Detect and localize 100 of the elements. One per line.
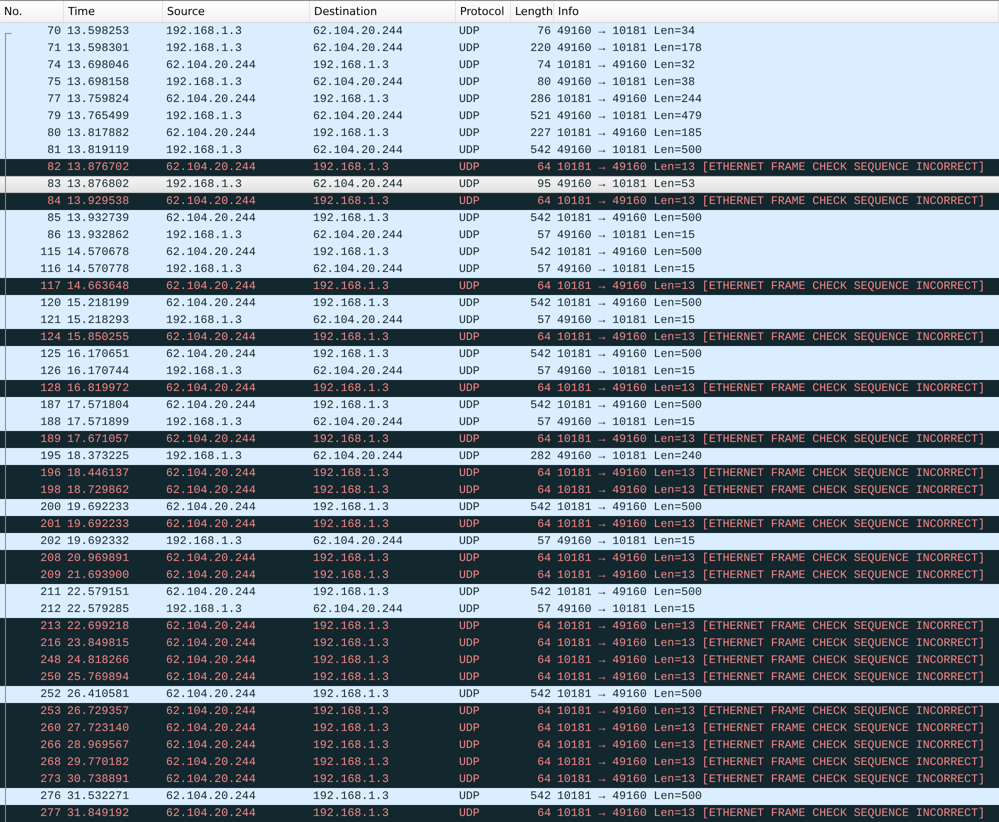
destination-address: 62.104.20.244 bbox=[312, 75, 404, 91]
packet-length: 57 bbox=[536, 313, 552, 329]
destination-address: 192.168.1.3 bbox=[312, 585, 390, 601]
protocol-name: UDP bbox=[458, 160, 481, 176]
column-header[interactable]: Protocol bbox=[456, 1, 511, 22]
packet-time: 13.598301 bbox=[66, 41, 130, 57]
source-address: 192.168.1.3 bbox=[165, 313, 243, 329]
packet-time: 30.738891 bbox=[66, 772, 130, 788]
packet-row[interactable]: 216 23.849815 62.104.20.244 192.168.1.3 UDP 64 10181 → 49160 Len=13 [ETHERNET FRAME CHECK SEQUENCE INCORRECT] bbox=[0, 635, 999, 652]
packet-row[interactable]: 268 29.770182 62.104.20.244 192.168.1.3 UDP 64 10181 → 49160 Len=13 [ETHERNET FRAME CHECK SEQUENCE INCORRECT] bbox=[0, 754, 999, 771]
packet-row[interactable]: 79 13.765499 192.168.1.3 62.104.20.244 UDP 521 49160 → 10181 Len=479 bbox=[0, 108, 999, 125]
packet-row[interactable]: 115 14.570678 62.104.20.244 192.168.1.3 UDP 542 10181 → 49160 Len=500 bbox=[0, 244, 999, 261]
packet-row[interactable]: 188 17.571899 192.168.1.3 62.104.20.244 UDP 57 49160 → 10181 Len=15 bbox=[0, 414, 999, 431]
packet-info: 49160 → 10181 Len=500 bbox=[556, 143, 703, 159]
packet-row[interactable]: 70 13.598253 192.168.1.3 62.104.20.244 UDP 76 49160 → 10181 Len=34 bbox=[0, 23, 999, 40]
destination-address: 192.168.1.3 bbox=[312, 347, 390, 363]
packet-info: 10181 → 49160 Len=13 [ETHERNET FRAME CHECK SEQUENCE INCORRECT] bbox=[556, 670, 986, 686]
source-address: 62.104.20.244 bbox=[165, 568, 257, 584]
packet-row[interactable]: 81 13.819119 192.168.1.3 62.104.20.244 UDP 542 49160 → 10181 Len=500 bbox=[0, 142, 999, 159]
source-address: 62.104.20.244 bbox=[165, 296, 257, 312]
protocol-name: UDP bbox=[458, 211, 481, 227]
packet-time: 26.729357 bbox=[66, 704, 130, 720]
packet-row[interactable]: 116 14.570778 192.168.1.3 62.104.20.244 UDP 57 49160 → 10181 Len=15 bbox=[0, 261, 999, 278]
packet-info: 10181 → 49160 Len=500 bbox=[556, 296, 703, 312]
column-header[interactable]: Length bbox=[511, 1, 554, 22]
packet-time: 14.570778 bbox=[66, 262, 130, 278]
packet-number: 277 bbox=[39, 806, 62, 822]
packet-row[interactable]: 80 13.817882 62.104.20.244 192.168.1.3 UDP 227 10181 → 49160 Len=185 bbox=[0, 125, 999, 142]
packet-row[interactable]: 82 13.876702 62.104.20.244 192.168.1.3 UDP 64 10181 → 49160 Len=13 [ETHERNET FRAME CHECK SEQUENCE INCORRECT] bbox=[0, 159, 999, 176]
packet-length: 542 bbox=[529, 143, 552, 159]
packet-row[interactable]: 86 13.932862 192.168.1.3 62.104.20.244 UDP 57 49160 → 10181 Len=15 bbox=[0, 227, 999, 244]
protocol-name: UDP bbox=[458, 279, 481, 295]
packet-row[interactable]: 84 13.929538 62.104.20.244 192.168.1.3 UDP 64 10181 → 49160 Len=13 [ETHERNET FRAME CHECK SEQUENCE INCORRECT] bbox=[0, 193, 999, 210]
packet-row[interactable]: 189 17.671057 62.104.20.244 192.168.1.3 UDP 64 10181 → 49160 Len=13 [ETHERNET FRAME CHECK SEQUENCE INCORRECT] bbox=[0, 431, 999, 448]
source-address: 62.104.20.244 bbox=[165, 347, 257, 363]
packet-row[interactable]: 201 19.692233 62.104.20.244 192.168.1.3 UDP 64 10181 → 49160 Len=13 [ETHERNET FRAME CHECK SEQUENCE INCORRECT] bbox=[0, 516, 999, 533]
packet-row[interactable]: 252 26.410581 62.104.20.244 192.168.1.3 UDP 542 10181 → 49160 Len=500 bbox=[0, 686, 999, 703]
source-address: 192.168.1.3 bbox=[165, 41, 243, 57]
packet-row[interactable]: 126 16.170744 192.168.1.3 62.104.20.244 UDP 57 49160 → 10181 Len=15 bbox=[0, 363, 999, 380]
protocol-name: UDP bbox=[458, 772, 481, 788]
packet-row[interactable]: 77 13.759824 62.104.20.244 192.168.1.3 UDP 286 10181 → 49160 Len=244 bbox=[0, 91, 999, 108]
packet-row[interactable]: 200 19.692233 62.104.20.244 192.168.1.3 UDP 542 10181 → 49160 Len=500 bbox=[0, 499, 999, 516]
packet-number: 74 bbox=[46, 58, 62, 74]
packet-length: 64 bbox=[536, 483, 552, 499]
column-header[interactable]: Destination bbox=[310, 1, 456, 22]
packet-row[interactable]: 117 14.663648 62.104.20.244 192.168.1.3 UDP 64 10181 → 49160 Len=13 [ETHERNET FRAME CHECK SEQUENCE INCORRECT] bbox=[0, 278, 999, 295]
packet-row[interactable]: 248 24.818266 62.104.20.244 192.168.1.3 UDP 64 10181 → 49160 Len=13 [ETHERNET FRAME CHECK SEQUENCE INCORRECT] bbox=[0, 652, 999, 669]
packet-row[interactable]: 125 16.170651 62.104.20.244 192.168.1.3 UDP 542 10181 → 49160 Len=500 bbox=[0, 346, 999, 363]
column-header[interactable]: Source bbox=[163, 1, 310, 22]
packet-length: 542 bbox=[529, 687, 552, 703]
packet-row[interactable]: 83 13.876802 192.168.1.3 62.104.20.244 UDP 95 49160 → 10181 Len=53 bbox=[0, 176, 999, 193]
packet-row[interactable]: 260 27.723140 62.104.20.244 192.168.1.3 UDP 64 10181 → 49160 Len=13 [ETHERNET FRAME CHECK SEQUENCE INCORRECT] bbox=[0, 720, 999, 737]
source-address: 192.168.1.3 bbox=[165, 228, 243, 244]
destination-address: 62.104.20.244 bbox=[312, 262, 404, 278]
packet-row[interactable]: 277 31.849192 62.104.20.244 192.168.1.3 UDP 64 10181 → 49160 Len=13 [ETHERNET FRAME CHECK SEQUENCE INCORRECT] bbox=[0, 805, 999, 822]
packet-length: 64 bbox=[536, 432, 552, 448]
packet-info: 10181 → 49160 Len=13 [ETHERNET FRAME CHECK SEQUENCE INCORRECT] bbox=[556, 806, 986, 822]
packet-row[interactable]: 276 31.532271 62.104.20.244 192.168.1.3 UDP 542 10181 → 49160 Len=500 bbox=[0, 788, 999, 805]
packet-row[interactable]: 211 22.579151 62.104.20.244 192.168.1.3 UDP 542 10181 → 49160 Len=500 bbox=[0, 584, 999, 601]
packet-info: 10181 → 49160 Len=13 [ETHERNET FRAME CHECK SEQUENCE INCORRECT] bbox=[556, 432, 986, 448]
source-address: 62.104.20.244 bbox=[165, 245, 257, 261]
packet-row[interactable]: 208 20.969891 62.104.20.244 192.168.1.3 UDP 64 10181 → 49160 Len=13 [ETHERNET FRAME CHECK SEQUENCE INCORRECT] bbox=[0, 550, 999, 567]
column-header[interactable]: Info bbox=[554, 1, 999, 22]
packet-row[interactable]: 195 18.373225 192.168.1.3 62.104.20.244 UDP 282 49160 → 10181 Len=240 bbox=[0, 448, 999, 465]
protocol-name: UDP bbox=[458, 704, 481, 720]
packet-time: 13.817882 bbox=[66, 126, 130, 142]
packet-row[interactable]: 198 18.729862 62.104.20.244 192.168.1.3 UDP 64 10181 → 49160 Len=13 [ETHERNET FRAME CHECK SEQUENCE INCORRECT] bbox=[0, 482, 999, 499]
packet-row[interactable]: 75 13.698158 192.168.1.3 62.104.20.244 UDP 80 49160 → 10181 Len=38 bbox=[0, 74, 999, 91]
packet-time: 23.849815 bbox=[66, 636, 130, 652]
packet-time: 15.218199 bbox=[66, 296, 130, 312]
packet-row[interactable]: 213 22.699218 62.104.20.244 192.168.1.3 UDP 64 10181 → 49160 Len=13 [ETHERNET FRAME CHECK SEQUENCE INCORRECT] bbox=[0, 618, 999, 635]
packet-row[interactable]: 74 13.698046 62.104.20.244 192.168.1.3 UDP 74 10181 → 49160 Len=32 bbox=[0, 57, 999, 74]
packet-row[interactable]: 250 25.769894 62.104.20.244 192.168.1.3 UDP 64 10181 → 49160 Len=13 [ETHERNET FRAME CHECK SEQUENCE INCORRECT] bbox=[0, 669, 999, 686]
packet-time: 20.969891 bbox=[66, 551, 130, 567]
packet-row[interactable]: 71 13.598301 192.168.1.3 62.104.20.244 UDP 220 49160 → 10181 Len=178 bbox=[0, 40, 999, 57]
column-header[interactable]: Time bbox=[64, 1, 163, 22]
packet-row[interactable]: 273 30.738891 62.104.20.244 192.168.1.3 UDP 64 10181 → 49160 Len=13 [ETHERNET FRAME CHECK SEQUENCE INCORRECT] bbox=[0, 771, 999, 788]
packet-row[interactable]: 202 19.692332 192.168.1.3 62.104.20.244 UDP 57 49160 → 10181 Len=15 bbox=[0, 533, 999, 550]
packet-row[interactable]: 212 22.579285 192.168.1.3 62.104.20.244 UDP 57 49160 → 10181 Len=15 bbox=[0, 601, 999, 618]
packet-time: 29.770182 bbox=[66, 755, 130, 771]
packet-row[interactable]: 253 26.729357 62.104.20.244 192.168.1.3 UDP 64 10181 → 49160 Len=13 [ETHERNET FRAME CHECK SEQUENCE INCORRECT] bbox=[0, 703, 999, 720]
packet-row[interactable]: 128 16.819972 62.104.20.244 192.168.1.3 UDP 64 10181 → 49160 Len=13 [ETHERNET FRAME CHECK SEQUENCE INCORRECT] bbox=[0, 380, 999, 397]
packet-length: 542 bbox=[529, 211, 552, 227]
source-address: 62.104.20.244 bbox=[165, 670, 257, 686]
packet-info: 10181 → 49160 Len=500 bbox=[556, 211, 703, 227]
packet-number: 128 bbox=[39, 381, 62, 397]
packet-row[interactable]: 124 15.850255 62.104.20.244 192.168.1.3 UDP 64 10181 → 49160 Len=13 [ETHERNET FRAME CHECK SEQUENCE INCORRECT] bbox=[0, 329, 999, 346]
column-header[interactable]: No. bbox=[0, 1, 64, 22]
destination-address: 62.104.20.244 bbox=[312, 24, 404, 40]
packet-row[interactable]: 121 15.218293 192.168.1.3 62.104.20.244 UDP 57 49160 → 10181 Len=15 bbox=[0, 312, 999, 329]
packet-number: 84 bbox=[46, 194, 62, 210]
packet-row[interactable]: 85 13.932739 62.104.20.244 192.168.1.3 UDP 542 10181 → 49160 Len=500 bbox=[0, 210, 999, 227]
packet-row[interactable]: 120 15.218199 62.104.20.244 192.168.1.3 UDP 542 10181 → 49160 Len=500 bbox=[0, 295, 999, 312]
packet-row[interactable]: 187 17.571804 62.104.20.244 192.168.1.3 UDP 542 10181 → 49160 Len=500 bbox=[0, 397, 999, 414]
packet-length: 64 bbox=[536, 636, 552, 652]
packet-number: 188 bbox=[39, 415, 62, 431]
packet-row[interactable]: 266 28.969567 62.104.20.244 192.168.1.3 UDP 64 10181 → 49160 Len=13 [ETHERNET FRAME CHECK SEQUENCE INCORRECT] bbox=[0, 737, 999, 754]
packet-number: 120 bbox=[39, 296, 62, 312]
packet-row[interactable]: 196 18.446137 62.104.20.244 192.168.1.3 UDP 64 10181 → 49160 Len=13 [ETHERNET FRAME CHECK SEQUENCE INCORRECT] bbox=[0, 465, 999, 482]
packet-row[interactable]: 209 21.693900 62.104.20.244 192.168.1.3 UDP 64 10181 → 49160 Len=13 [ETHERNET FRAME CHECK SEQUENCE INCORRECT] bbox=[0, 567, 999, 584]
